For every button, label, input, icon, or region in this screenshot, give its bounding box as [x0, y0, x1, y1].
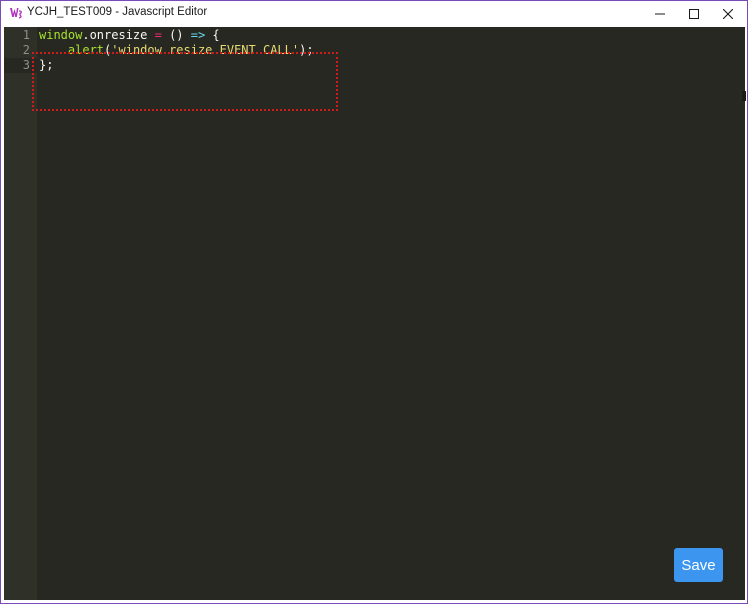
code-token: {: [205, 28, 220, 42]
code-line[interactable]: window.onresize = () => {: [39, 28, 220, 43]
minimize-icon: [655, 13, 665, 15]
highlight-annotation-box: [32, 52, 338, 111]
code-token: =: [154, 28, 162, 42]
code-token: (): [161, 28, 191, 42]
code-token: window: [39, 28, 83, 42]
line-number-gutter: 1 2 3: [4, 27, 37, 600]
window-title: YCJH_TEST009 - Javascript Editor: [27, 6, 208, 18]
save-button[interactable]: Save: [674, 548, 723, 582]
title-bar[interactable]: YCJH_TEST009 - Javascript Editor: [1, 1, 747, 27]
code-token: .onresize: [82, 28, 155, 42]
line-number: 2: [22, 43, 30, 57]
code-editor[interactable]: 1 2 3 window.onresize = () => { alert('w…: [4, 27, 745, 600]
scrollbar-marker[interactable]: [742, 91, 746, 101]
app-logo-icon: [10, 8, 22, 19]
close-button[interactable]: [711, 1, 745, 27]
maximize-icon: [689, 9, 699, 19]
maximize-button[interactable]: [677, 1, 711, 27]
close-icon: [723, 9, 733, 19]
line-number: 1: [22, 28, 30, 42]
editor-window: YCJH_TEST009 - Javascript Editor 1 2 3 w…: [0, 0, 748, 604]
line-number: 3: [22, 58, 30, 72]
minimize-button[interactable]: [643, 1, 677, 27]
code-token: =>: [190, 28, 206, 42]
